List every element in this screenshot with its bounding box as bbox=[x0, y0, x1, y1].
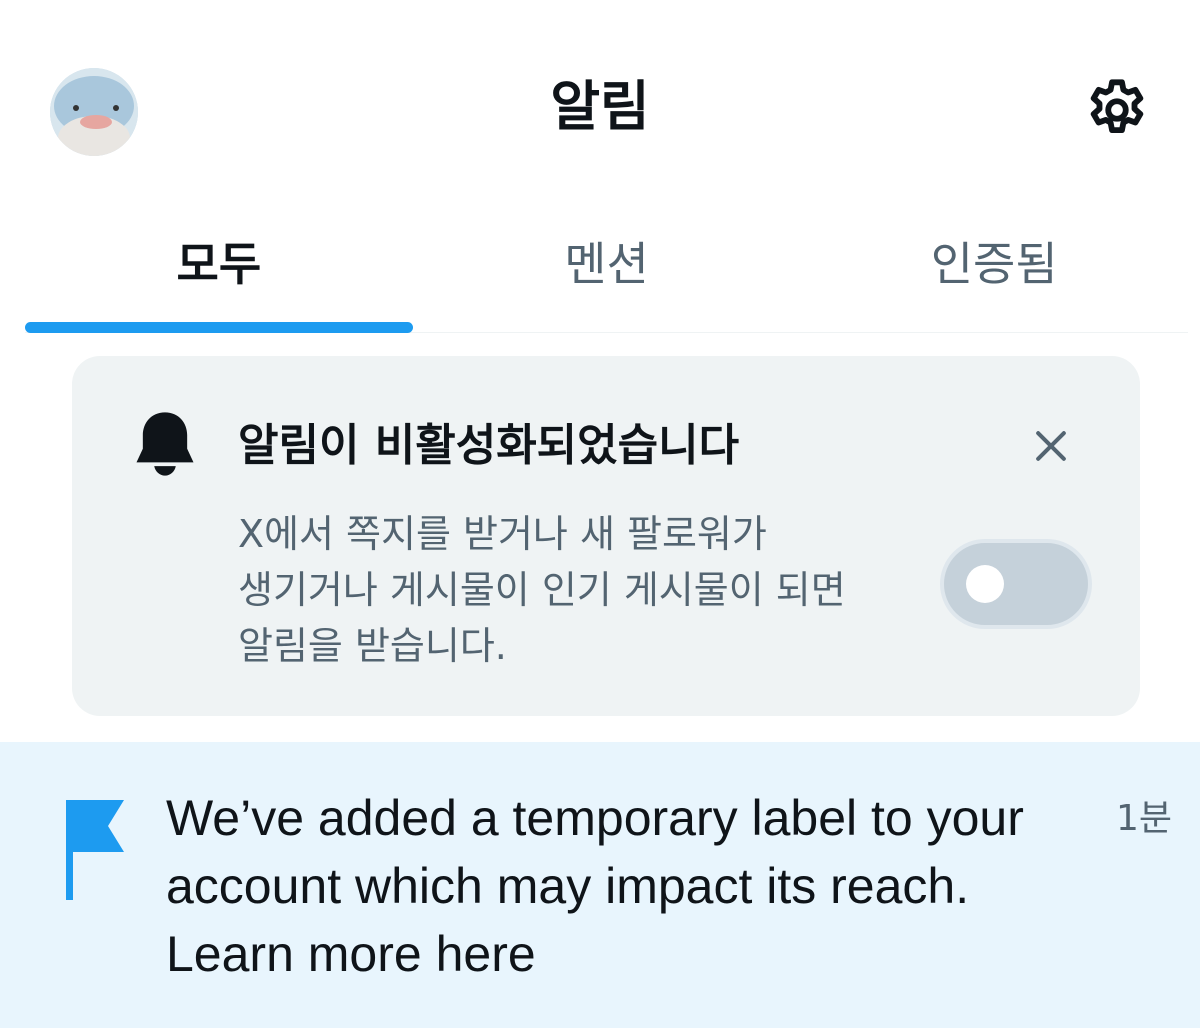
learn-more-link[interactable]: Learn more here bbox=[166, 920, 1066, 988]
tab-all[interactable]: 모두 bbox=[25, 210, 413, 333]
close-button[interactable] bbox=[1029, 424, 1073, 468]
tab-mentions[interactable]: 멘션 bbox=[413, 210, 801, 332]
card-description-line: 알림을 받습니다. bbox=[238, 624, 507, 668]
dolphin-plush-avatar-icon bbox=[50, 68, 138, 156]
card-title: 알림이 비활성화되었습니다 bbox=[238, 420, 740, 471]
flag-icon bbox=[64, 800, 128, 900]
notifications-toggle[interactable] bbox=[940, 539, 1092, 629]
header: 알림 bbox=[0, 0, 1200, 210]
tab-label: 인증됨 bbox=[930, 237, 1058, 291]
notification-line: We’ve added a temporary label to your bbox=[166, 790, 1024, 846]
settings-button[interactable] bbox=[1082, 75, 1152, 145]
card-description: X에서 쪽지를 받거나 새 팔로워가 생기거나 게시물이 인기 게시물이 되면 … bbox=[238, 506, 938, 674]
card-description-line: 생기거나 게시물이 인기 게시물이 되면 bbox=[238, 568, 846, 612]
notification-timestamp: 1분 bbox=[1116, 798, 1173, 839]
notification-line: account which may impact its reach. bbox=[166, 858, 970, 914]
bell-icon bbox=[127, 406, 203, 482]
toggle-knob bbox=[966, 565, 1004, 603]
tab-label: 모두 bbox=[176, 237, 262, 291]
tab-label: 멘션 bbox=[564, 237, 649, 291]
card-description-line: X에서 쪽지를 받거나 새 팔로워가 bbox=[238, 512, 767, 556]
gear-icon bbox=[1090, 79, 1144, 134]
notifications-disabled-card: 알림이 비활성화되었습니다 X에서 쪽지를 받거나 새 팔로워가 생기거나 게시… bbox=[72, 356, 1140, 716]
active-tab-indicator bbox=[25, 322, 413, 333]
tab-bar: 모두 멘션 인증됨 bbox=[25, 210, 1188, 333]
page-title: 알림 bbox=[550, 75, 650, 138]
notification-text: We’ve added a temporary label to your ac… bbox=[166, 784, 1066, 988]
tab-verified[interactable]: 인증됨 bbox=[800, 210, 1188, 332]
avatar[interactable] bbox=[50, 68, 138, 156]
close-icon bbox=[1036, 431, 1066, 461]
notification-item[interactable]: We’ve added a temporary label to your ac… bbox=[0, 742, 1200, 1028]
